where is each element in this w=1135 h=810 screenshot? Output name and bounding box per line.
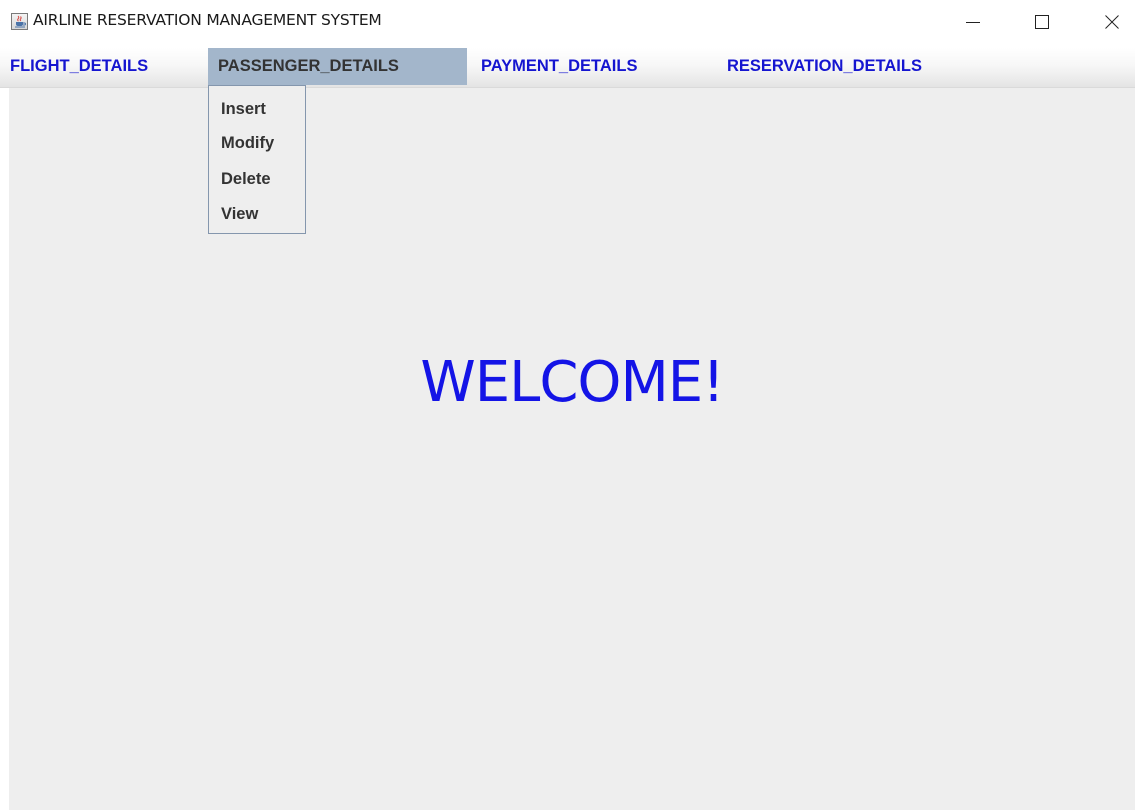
minimize-icon	[966, 22, 980, 23]
welcome-heading: WELCOME!	[420, 350, 724, 415]
menu-bar: FLIGHT_DETAILS PASSENGER_DETAILS PAYMENT…	[0, 48, 1135, 88]
maximize-icon	[1035, 15, 1049, 29]
close-button[interactable]	[1089, 0, 1135, 45]
passenger-details-dropdown: Insert Modify Delete View	[208, 85, 306, 234]
maximize-button[interactable]	[1019, 0, 1065, 45]
menu-reservation-details[interactable]: RESERVATION_DETAILS	[717, 48, 932, 85]
title-bar[interactable]: AIRLINE RESERVATION MANAGEMENT SYSTEM	[0, 0, 1135, 45]
menu-item-modify[interactable]: Modify	[221, 134, 274, 153]
menu-passenger-details[interactable]: PASSENGER_DETAILS	[208, 48, 467, 85]
menu-flight-details[interactable]: FLIGHT_DETAILS	[0, 48, 158, 85]
menu-payment-details[interactable]: PAYMENT_DETAILS	[471, 48, 647, 85]
app-window: AIRLINE RESERVATION MANAGEMENT SYSTEM FL…	[0, 0, 1135, 810]
minimize-button[interactable]	[950, 0, 996, 45]
menu-item-view[interactable]: View	[221, 205, 258, 224]
main-content: WELCOME!	[9, 88, 1135, 810]
java-cup-icon[interactable]	[11, 13, 28, 30]
menu-item-delete[interactable]: Delete	[221, 170, 271, 189]
menu-item-insert[interactable]: Insert	[221, 100, 266, 119]
window-title: AIRLINE RESERVATION MANAGEMENT SYSTEM	[33, 11, 382, 29]
close-icon	[1105, 15, 1119, 29]
